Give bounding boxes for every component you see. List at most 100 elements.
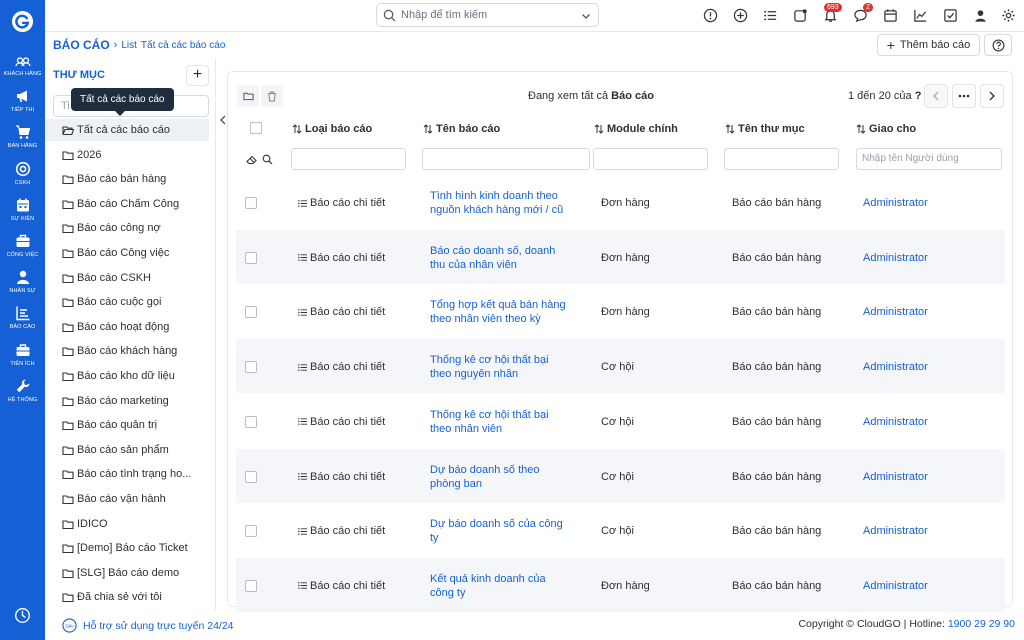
column-header-assignee[interactable]: Giao cho bbox=[856, 123, 916, 135]
rail-item-nhan-su[interactable]: NHÂN SỰ bbox=[0, 269, 45, 303]
list-icon[interactable] bbox=[763, 8, 778, 23]
report-name-link[interactable]: Tổng hợp kết quả bán hàng theo nhân viên … bbox=[430, 298, 580, 326]
assignee-link[interactable]: Administrator bbox=[863, 251, 928, 265]
rail-item-tien-ich[interactable]: TIỆN ÍCH bbox=[0, 342, 45, 376]
folder-item-all[interactable]: Tất cả các báo cáo bbox=[45, 119, 209, 141]
breadcrumb-module[interactable]: BÁO CÁO bbox=[53, 38, 110, 52]
report-name-link[interactable]: Báo cáo doanh số, doanh thu của nhân viên bbox=[430, 244, 580, 272]
folder-item[interactable]: Báo cáo kho dữ liệu bbox=[45, 365, 209, 387]
folder-item[interactable]: Báo cáo Chấm Công bbox=[45, 193, 209, 215]
assignee-link[interactable]: Administrator bbox=[863, 470, 928, 484]
folder-item[interactable]: IDICO bbox=[45, 513, 209, 535]
filter-assignee-input[interactable]: Nhập tên Người dùng bbox=[856, 148, 1002, 170]
task-check-icon[interactable] bbox=[943, 8, 958, 23]
assignee-link[interactable]: Administrator bbox=[863, 524, 928, 538]
add-report-button[interactable]: + Thêm báo cáo bbox=[877, 34, 980, 56]
table-row[interactable]: Báo cáo chi tiết Dự báo doanh số của công… bbox=[236, 503, 1005, 559]
folder-item[interactable]: Báo cáo cuộc gọi bbox=[45, 291, 209, 313]
folder-item[interactable]: Báo cáo công nợ bbox=[45, 217, 209, 239]
filter-folder-input[interactable] bbox=[724, 148, 839, 170]
more-options-button[interactable] bbox=[952, 84, 976, 108]
select-all-checkbox[interactable] bbox=[250, 122, 262, 134]
rail-item-ban-hang[interactable]: BÁN HÀNG bbox=[0, 124, 45, 158]
folder-item[interactable]: Báo cáo Công việc bbox=[45, 242, 209, 264]
row-checkbox[interactable] bbox=[245, 361, 257, 374]
assignee-link[interactable]: Administrator bbox=[863, 360, 928, 374]
rail-item-cong-viec[interactable]: CÔNG VIỆC bbox=[0, 233, 45, 267]
folder-item[interactable]: Báo cáo tình trạng ho... bbox=[45, 463, 209, 485]
next-page-button[interactable] bbox=[980, 84, 1004, 108]
breadcrumb-list[interactable]: List bbox=[121, 40, 137, 51]
user-icon[interactable] bbox=[973, 8, 988, 23]
hotline-number[interactable]: 1900 29 29 90 bbox=[948, 618, 1015, 630]
report-name-link[interactable]: Tình hình kinh doanh theo nguồn khách hàn… bbox=[430, 189, 580, 217]
filter-name-input[interactable] bbox=[422, 148, 590, 170]
help-button[interactable] bbox=[984, 34, 1012, 56]
assignee-link[interactable]: Administrator bbox=[863, 305, 928, 319]
folder-item[interactable]: [SLG] Báo cáo demo bbox=[45, 562, 209, 584]
chart-icon[interactable] bbox=[913, 8, 928, 23]
report-name-link[interactable]: Dự báo doanh số theo phòng ban bbox=[430, 463, 580, 491]
clear-filter-eraser-icon[interactable] bbox=[246, 154, 258, 165]
table-row[interactable]: Báo cáo chi tiết Kết quả kinh doanh của cô… bbox=[236, 557, 1005, 613]
column-header-type[interactable]: Loại báo cáo bbox=[292, 123, 372, 135]
folder-item[interactable]: Đã chia sẻ với tôi bbox=[45, 586, 209, 608]
rail-item-su-kien[interactable]: SỰ KIỆN bbox=[0, 197, 45, 231]
column-header-name[interactable]: Tên báo cáo bbox=[423, 123, 500, 135]
table-row[interactable]: Báo cáo chi tiết Dự báo doanh số theo phòn… bbox=[236, 448, 1005, 504]
global-search[interactable]: Nhập để tìm kiếm bbox=[376, 3, 599, 27]
assignee-link[interactable]: Administrator bbox=[863, 415, 928, 429]
folder-item[interactable]: Báo cáo hoạt động bbox=[45, 316, 209, 338]
settings-gear-icon[interactable] bbox=[1001, 8, 1016, 23]
table-row[interactable]: Báo cáo chi tiết Thống kê cơ hội thất bại… bbox=[236, 394, 1005, 449]
table-row[interactable]: Báo cáo chi tiết Tổng hợp kết quả bán hàn… bbox=[236, 284, 1005, 340]
move-folder-button[interactable] bbox=[237, 85, 259, 107]
row-checkbox[interactable] bbox=[245, 306, 257, 319]
chevron-down-icon[interactable] bbox=[581, 11, 591, 21]
support-link[interactable]: Zalo Hỗ trợ sử dụng trực tuyến 24/24 bbox=[62, 618, 234, 633]
table-row[interactable]: Báo cáo chi tiết Tình hình kinh doanh the… bbox=[236, 175, 1005, 230]
folder-item[interactable]: Báo cáo CSKH bbox=[45, 267, 209, 289]
report-name-link[interactable]: Kết quả kinh doanh của công ty bbox=[430, 572, 580, 600]
pagination-count-help[interactable]: ? bbox=[915, 90, 922, 102]
filter-module-input[interactable] bbox=[593, 148, 708, 170]
cloudgo-logo-icon[interactable] bbox=[11, 10, 34, 33]
add-folder-button[interactable]: + bbox=[186, 65, 209, 86]
folder-item[interactable]: Báo cáo marketing bbox=[45, 390, 209, 412]
rail-item-bao-cao[interactable]: BÁO CÁO bbox=[0, 305, 45, 339]
folder-item[interactable]: 2026 bbox=[45, 144, 209, 166]
updates-icon[interactable] bbox=[793, 8, 808, 23]
folder-item[interactable]: Báo cáo khách hàng bbox=[45, 340, 209, 362]
folder-item[interactable]: [Demo] Báo cáo Ticket bbox=[45, 537, 209, 559]
calendar-icon[interactable] bbox=[883, 8, 898, 23]
add-circle-icon[interactable] bbox=[733, 8, 748, 23]
report-name-link[interactable]: Dự báo doanh số của công ty bbox=[430, 517, 580, 545]
assignee-link[interactable]: Administrator bbox=[863, 196, 928, 210]
column-header-folder[interactable]: Tên thư mục bbox=[725, 123, 805, 135]
folder-item[interactable]: Báo cáo quản trị bbox=[45, 414, 209, 436]
breadcrumb-current[interactable]: Tất cả các báo cáo bbox=[141, 40, 226, 51]
report-name-link[interactable]: Thống kê cơ hội thất bại theo nhân viên bbox=[430, 408, 580, 436]
rail-item-he-thong[interactable]: HỆ THỐNG bbox=[0, 378, 45, 412]
prev-page-button[interactable] bbox=[924, 84, 948, 108]
row-checkbox[interactable] bbox=[245, 197, 257, 209]
table-row[interactable]: Báo cáo chi tiết Báo cáo doanh số, doanh t… bbox=[236, 229, 1005, 285]
rail-item-tiep-thi[interactable]: TIẾP THỊ bbox=[0, 88, 45, 122]
clock-icon[interactable] bbox=[14, 607, 31, 624]
delete-button[interactable] bbox=[261, 85, 283, 107]
row-checkbox[interactable] bbox=[245, 251, 257, 264]
report-name-link[interactable]: Thống kê cơ hội thất bại theo nguyên nhân bbox=[430, 353, 580, 381]
row-checkbox[interactable] bbox=[245, 579, 257, 592]
info-icon[interactable] bbox=[703, 8, 718, 23]
row-checkbox[interactable] bbox=[245, 415, 257, 428]
row-checkbox[interactable] bbox=[245, 470, 257, 483]
filter-type-input[interactable] bbox=[291, 148, 406, 170]
filter-search-icon[interactable] bbox=[262, 154, 273, 165]
rail-item-cskh[interactable]: CSKH bbox=[0, 161, 45, 195]
folder-item[interactable]: Báo cáo vận hành bbox=[45, 488, 209, 510]
table-row[interactable]: Báo cáo chi tiết Thống kê cơ hội thất bại… bbox=[236, 339, 1005, 395]
folder-item[interactable]: Báo cáo sản phẩm bbox=[45, 439, 209, 461]
rail-item-khach-hang[interactable]: KHÁCH HÀNG bbox=[0, 52, 45, 86]
row-checkbox[interactable] bbox=[245, 525, 257, 538]
column-header-module[interactable]: Module chính bbox=[594, 123, 678, 135]
